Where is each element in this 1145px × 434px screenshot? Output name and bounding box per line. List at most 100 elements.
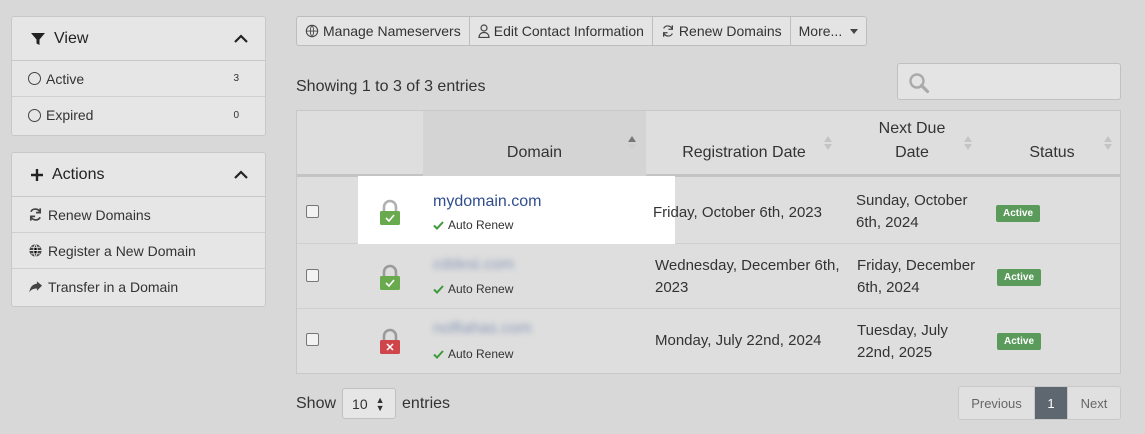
next-due-date: Friday, December 6th, 2024 [857, 255, 987, 299]
page-1-button[interactable]: 1 [1035, 387, 1068, 419]
column-header-registration-date[interactable]: Registration Date [646, 111, 842, 177]
filter-item-active[interactable]: Active 3 [12, 61, 265, 97]
chevron-up-icon[interactable] [233, 33, 249, 45]
table-header: Domain Registration Date Next Due Date S… [297, 111, 1120, 177]
actions-panel: Actions Renew Domains Register a New Dom… [11, 152, 266, 307]
status-badge: Active [997, 333, 1041, 350]
check-icon [433, 284, 444, 294]
globe-icon [29, 244, 42, 257]
auto-renew-label: Auto Renew [433, 347, 513, 361]
entries-label: entries [402, 394, 451, 412]
header-label-line2: Date [895, 144, 929, 161]
action-transfer-domain[interactable]: Transfer in a Domain [12, 269, 265, 305]
manage-nameservers-button[interactable]: Manage Nameservers [297, 17, 470, 45]
column-header-next-due-date[interactable]: Next Due Date [842, 111, 982, 177]
actions-panel-title: Actions [52, 165, 105, 183]
share-arrow-icon [29, 280, 43, 292]
registration-date: Monday, July 22nd, 2024 [655, 332, 822, 349]
registration-date-line1: Wednesday, December 6th, [655, 257, 840, 274]
edit-contact-button[interactable]: Edit Contact Information [470, 17, 653, 45]
auto-renew-text: Auto Renew [448, 347, 514, 361]
sort-icon [964, 136, 972, 150]
action-label: Transfer in a Domain [48, 279, 179, 295]
select-arrows-icon: ▲ ▼ [375, 394, 385, 413]
domain-link[interactable]: mydomain.com [433, 193, 541, 211]
next-due-date: Tuesday, July 22nd, 2025 [857, 320, 987, 364]
registration-date: Friday, October 6th, 2023 [653, 204, 822, 221]
due-date-line2: 22nd, 2025 [857, 344, 933, 361]
view-panel: View Active 3 Expired 0 [11, 16, 266, 136]
user-icon [478, 24, 490, 38]
row-checkbox[interactable] [306, 333, 319, 346]
caret-down-icon [850, 28, 859, 34]
show-label: Show [296, 394, 337, 412]
table-row[interactable]: cddesi.com Auto Renew Wednesday, Decembe… [297, 245, 1120, 309]
filter-count: 3 [233, 73, 239, 84]
actions-panel-header[interactable]: Actions [12, 153, 265, 197]
chevron-up-icon[interactable] [233, 169, 249, 181]
check-icon [433, 220, 444, 230]
registration-date-line2: 2023 [655, 279, 689, 296]
select-all-header [297, 111, 423, 177]
bulk-actions-toolbar: Manage Nameservers Edit Contact Informat… [296, 16, 868, 46]
pagination: Previous 1 Next [958, 386, 1121, 420]
search-input[interactable] [897, 63, 1121, 100]
filter-icon [31, 32, 45, 45]
sort-icon [1104, 136, 1112, 150]
search-icon [909, 73, 930, 94]
plus-icon [31, 168, 43, 181]
action-renew-domains[interactable]: Renew Domains [12, 197, 265, 233]
page-length-select[interactable]: 10 ▲ ▼ [342, 388, 397, 419]
action-label: Renew Domains [48, 206, 151, 223]
domain-link[interactable]: nolfiahas.com [433, 320, 532, 338]
unlocked-lock-icon [380, 328, 400, 354]
auto-renew-label: Auto Renew [433, 218, 513, 232]
next-due-date: Sunday, October 6th, 2024 [856, 190, 986, 234]
due-date-line1: Friday, December [857, 257, 976, 274]
filter-label: Expired [46, 107, 94, 123]
next-page-button[interactable]: Next [1068, 387, 1120, 419]
lock-icon [380, 264, 400, 290]
entries-info: Showing 1 to 3 of 3 entries [296, 78, 486, 95]
more-dropdown-button[interactable]: More... [791, 17, 867, 45]
button-label: Manage Nameservers [323, 23, 461, 39]
renew-domains-button[interactable]: Renew Domains [653, 17, 791, 45]
status-badge: Active [996, 205, 1040, 222]
action-label: Register a New Domain [48, 242, 196, 259]
table-row[interactable]: nolfiahas.com Auto Renew Monday, July 22… [297, 310, 1120, 374]
due-date-line2: 6th, 2024 [857, 279, 920, 296]
page-length-control: Show 10 ▲ ▼ entries [296, 388, 450, 419]
header-label: Status [1029, 144, 1075, 161]
header-label: Domain [506, 144, 563, 161]
sort-icon [824, 136, 832, 150]
due-date-line1: Sunday, October [856, 192, 968, 209]
highlighted-domain-cell: mydomain.com Auto Renew Friday, October … [358, 176, 822, 244]
domain-link[interactable]: cddesi.com [433, 256, 514, 274]
row-checkbox[interactable] [306, 269, 319, 282]
filter-item-expired[interactable]: Expired 0 [12, 97, 265, 133]
view-panel-title: View [54, 29, 89, 47]
column-header-status[interactable]: Status [982, 111, 1122, 177]
header-label: Registration Date [682, 144, 806, 161]
auto-renew-label: Auto Renew [433, 282, 513, 296]
check-icon [433, 349, 444, 359]
registration-date: Wednesday, December 6th, 2023 [655, 255, 850, 299]
refresh-icon [29, 208, 42, 221]
header-label-line1: Next Due [878, 120, 946, 137]
view-panel-header[interactable]: View [12, 17, 265, 61]
previous-page-button[interactable]: Previous [959, 387, 1035, 419]
sort-asc-icon [628, 136, 636, 150]
column-header-domain[interactable]: Domain [423, 111, 646, 177]
due-date-line1: Tuesday, July [857, 322, 948, 339]
button-label: Renew Domains [678, 23, 782, 39]
row-checkbox[interactable] [306, 205, 319, 218]
action-register-domain[interactable]: Register a New Domain [12, 233, 265, 269]
radio-circle-icon [28, 72, 41, 85]
globe-icon [305, 24, 319, 38]
radio-circle-icon [28, 108, 41, 122]
refresh-icon [662, 25, 673, 37]
due-date-line2: 6th, 2024 [856, 214, 919, 231]
auto-renew-text: Auto Renew [448, 218, 514, 232]
status-badge: Active [997, 269, 1041, 286]
button-label: Edit Contact Information [493, 23, 644, 39]
